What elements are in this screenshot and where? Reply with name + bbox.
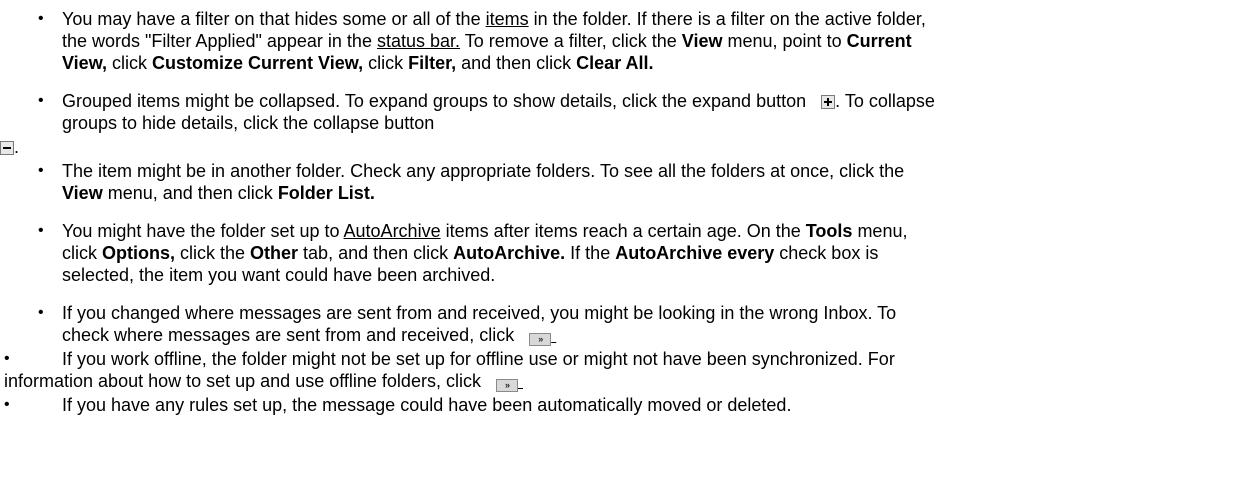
text: You might have the folder set up to: [62, 221, 344, 241]
text: . To collapse: [835, 91, 935, 111]
folder-list-term: Folder List.: [277, 183, 375, 203]
collapse-button-icon[interactable]: [0, 141, 14, 155]
customize-term: Customize Current View,: [152, 53, 364, 73]
options-term: Options,: [102, 243, 175, 263]
bullet: •: [38, 222, 44, 239]
jump-underline: [518, 371, 523, 391]
jump-arrow-icon[interactable]: »: [529, 333, 552, 346]
text: information about how to set up and use …: [4, 371, 481, 391]
text: in the folder. If there is a filter on t…: [528, 9, 926, 29]
bullet: •: [38, 162, 44, 179]
text: You may have a filter on that hides some…: [62, 9, 486, 29]
offline-line-1: If you work offline, the folder might no…: [62, 349, 895, 369]
other-term: Other: [250, 243, 299, 263]
grouped-line-2: groups to hide details, click the collap…: [62, 113, 435, 133]
expand-button-icon[interactable]: [821, 95, 836, 109]
text: check where messages are sent from and r…: [62, 325, 515, 345]
autoarchive-line-1: You might have the folder set up to Auto…: [62, 220, 907, 242]
another-folder-line-1: The item might be in another folder. Che…: [62, 161, 905, 181]
items-link[interactable]: items: [486, 9, 529, 29]
jump-arrow-icon[interactable]: »: [495, 379, 518, 392]
bullet: •: [4, 396, 10, 413]
jump-underline: [551, 325, 556, 345]
text: menu,: [852, 221, 908, 241]
bullet: •: [4, 350, 10, 367]
filter-line-3: View, click Customize Current View, clic…: [62, 52, 654, 74]
collapse-line: .: [0, 136, 19, 158]
tools-term: Tools: [805, 221, 853, 241]
text: check box is: [774, 243, 879, 263]
autoarchive-term: AutoArchive.: [453, 243, 566, 263]
text: the words "Filter Applied" appear in the: [62, 31, 377, 51]
view-term: View: [62, 183, 103, 203]
autoarchive-line-2: click Options, click the Other tab, and …: [62, 242, 878, 264]
status-bar-link[interactable]: status bar.: [377, 31, 460, 51]
grouped-line-1: Grouped items might be collapsed. To exp…: [62, 90, 935, 112]
text: To remove a filter, click the: [460, 31, 682, 51]
text: items after items reach a certain age. O…: [440, 221, 806, 241]
text: .: [14, 137, 20, 157]
rules-line-1: If you have any rules set up, the messag…: [62, 395, 792, 415]
view-term: View,: [62, 53, 108, 73]
text: menu, point to: [722, 31, 847, 51]
another-folder-line-2: View menu, and then click Folder List.: [62, 182, 375, 204]
filter-line-1: You may have a filter on that hides some…: [62, 8, 926, 30]
bullet: •: [38, 10, 44, 27]
filter-line-2: the words "Filter Applied" appear in the…: [62, 30, 912, 52]
sent-from-line-2: check where messages are sent from and r…: [62, 324, 556, 346]
text: click the: [175, 243, 251, 263]
text: and then click: [456, 53, 577, 73]
text: menu, and then click: [102, 183, 278, 203]
autoarchive-every-term: AutoArchive every: [615, 243, 775, 263]
text: Grouped items might be collapsed. To exp…: [62, 91, 807, 111]
autoarchive-line-3: selected, the item you want could have b…: [62, 265, 496, 285]
text: If the: [565, 243, 616, 263]
clear-all-term: Clear All.: [576, 53, 654, 73]
current-term: Current: [846, 31, 912, 51]
text: tab, and then click: [298, 243, 454, 263]
sent-from-line-1: If you changed where messages are sent f…: [62, 303, 897, 323]
bullet: •: [38, 92, 44, 109]
filter-term: Filter,: [408, 53, 457, 73]
autoarchive-link[interactable]: AutoArchive: [344, 221, 441, 241]
view-term: View: [681, 31, 723, 51]
offline-line-2: information about how to set up and use …: [4, 370, 523, 392]
text: click: [363, 53, 409, 73]
text: click: [107, 53, 153, 73]
text: click: [62, 243, 102, 263]
bullet: •: [38, 304, 44, 321]
